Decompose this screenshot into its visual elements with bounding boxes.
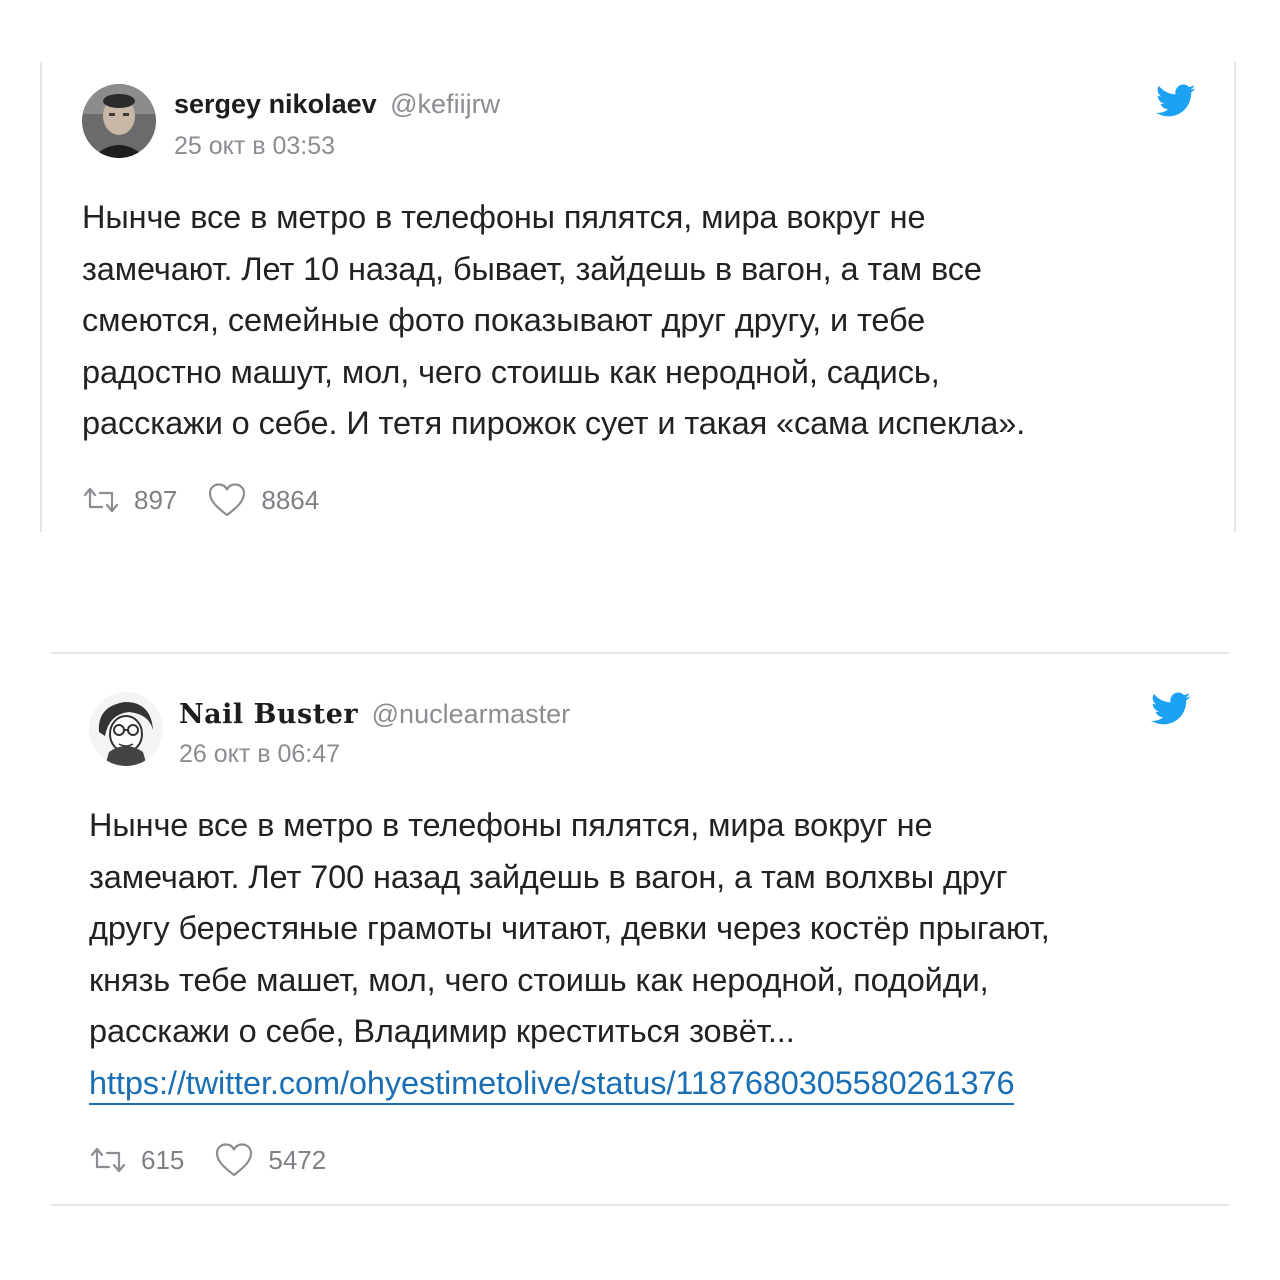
heart-icon (209, 483, 246, 517)
display-name[interactable]: sergey nikolaev (174, 89, 377, 119)
tweet-text: Нынче все в метро в телефоны пялятся, ми… (89, 800, 1219, 1109)
tweet-text-line: расскажи о себе, Владимир креститься зов… (89, 1013, 795, 1049)
tweet-actions: 897 8864 (82, 482, 349, 518)
tweet-card: Nail Buster @nuclearmaster 26 окт в 06:4… (51, 652, 1229, 1206)
retweet-count: 615 (141, 1144, 185, 1175)
retweet-icon (83, 487, 119, 513)
tweet-card: sergey nikolaev @kefiijrw 25 окт в 03:53… (40, 62, 1236, 532)
tweet-date[interactable]: 25 окт в 03:53 (174, 132, 335, 161)
tweet-text-line: смеются, семейные фото показывают друг д… (82, 302, 926, 338)
heart-icon (216, 1143, 253, 1177)
tweet-text-line: замечают. Лет 10 назад, бывает, зайдешь … (82, 250, 982, 287)
avatar[interactable] (82, 84, 156, 158)
tweet-text-line: другу берестяные грамоты читают, девки ч… (89, 910, 1050, 946)
avatar[interactable] (89, 692, 163, 766)
twitter-bird-icon[interactable] (1156, 84, 1196, 118)
author-line: sergey nikolaev @kefiijrw (174, 88, 500, 120)
retweet-button[interactable]: 615 (89, 1145, 184, 1176)
retweet-count: 897 (134, 484, 178, 515)
like-count: 5472 (268, 1144, 327, 1175)
avatar-sketch-icon (89, 692, 163, 766)
user-handle[interactable]: @kefiijrw (390, 89, 500, 119)
like-button[interactable]: 8864 (207, 482, 319, 518)
retweet-button[interactable]: 897 (82, 485, 177, 516)
twitter-bird-icon[interactable] (1151, 692, 1191, 726)
tweet-text-line: князь тебе машет, мол, чего стоишь как н… (89, 961, 989, 998)
tweet-actions: 615 5472 (89, 1142, 356, 1178)
author-line: Nail Buster @nuclearmaster (179, 698, 570, 731)
tweet-date[interactable]: 26 окт в 06:47 (179, 740, 340, 769)
tweet-text: Нынче все в метро в телефоны пялятся, ми… (82, 192, 1212, 450)
like-button[interactable]: 5472 (214, 1142, 326, 1178)
tweet-text-line: расскажи о себе. И тетя пирожок сует и т… (82, 405, 1026, 441)
tweet-text-line: радостно машут, мол, чего стоишь как нер… (82, 353, 940, 390)
tweet-link[interactable]: https://twitter.com/ohyestimetolive/stat… (89, 1063, 1015, 1105)
avatar-photo-icon (82, 84, 156, 158)
like-count: 8864 (261, 484, 320, 515)
tweet-text-line: замечают. Лет 700 назад зайдешь в вагон,… (89, 858, 1008, 895)
tweet-text-line: Нынче все в метро в телефоны пялятся, ми… (82, 199, 926, 235)
display-name[interactable]: Nail Buster (179, 699, 358, 730)
retweet-icon (90, 1147, 126, 1173)
tweet-text-line: Нынче все в метро в телефоны пялятся, ми… (89, 807, 933, 843)
user-handle[interactable]: @nuclearmaster (372, 699, 570, 729)
